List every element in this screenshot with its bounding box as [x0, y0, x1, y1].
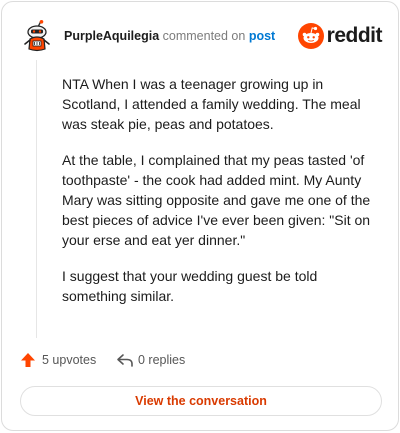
comment-paragraph: NTA When I was a teenager growing up in … [62, 76, 361, 132]
comment-meta: PurpleAquilegia commented on post [64, 29, 275, 43]
upvote-count: 5 upvotes [42, 353, 97, 367]
upvote-arrow-icon[interactable] [20, 352, 36, 368]
post-link[interactable]: post [249, 29, 275, 43]
view-conversation-button[interactable]: View the conversation [20, 386, 382, 416]
embedded-comment-card: PurpleAquilegia commented on post reddit… [1, 1, 399, 431]
comment-header: PurpleAquilegia commented on post reddit [22, 20, 383, 52]
avatar[interactable] [22, 20, 52, 52]
comment-footer: 5 upvotes 0 replies [20, 350, 382, 370]
comment-body: NTA When I was a teenager growing up in … [62, 74, 380, 322]
reply-count: 0 replies [138, 353, 186, 367]
snoo-avatar-icon [24, 20, 50, 52]
reddit-alien-icon [298, 23, 324, 49]
action-text: commented on [162, 29, 246, 43]
reply-arrow-icon[interactable] [116, 352, 134, 368]
reddit-logo[interactable]: reddit [296, 23, 383, 49]
comment-paragraph: I suggest that your wedding guest be tol… [62, 268, 318, 304]
username-link[interactable]: PurpleAquilegia [64, 29, 159, 43]
brand-wordmark: reddit [326, 24, 383, 47]
thread-line [36, 60, 37, 338]
comment-paragraph: At the table, I complained that my peas … [62, 152, 371, 248]
